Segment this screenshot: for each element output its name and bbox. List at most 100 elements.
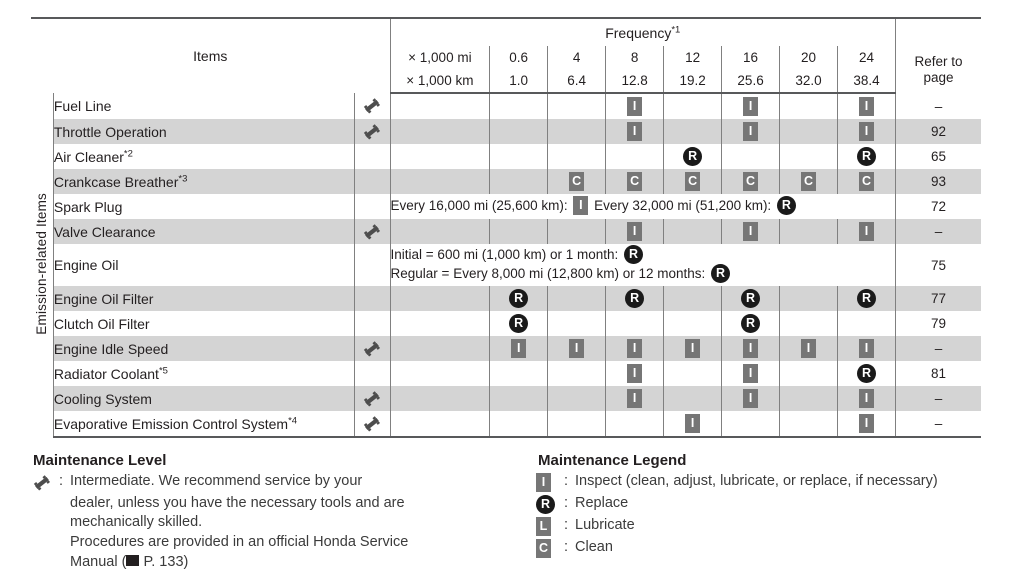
marker-r-icon: R — [857, 289, 876, 308]
marker-i-icon: I — [743, 339, 759, 358]
legend-entry-text: Lubricate — [575, 517, 635, 534]
marker-c-icon: C — [569, 172, 585, 191]
manual-book-icon — [126, 555, 140, 567]
maintenance-level-indicator — [353, 119, 391, 144]
header-freq-mi-5: 20 — [779, 46, 839, 69]
maintenance-level-indicator — [353, 219, 391, 244]
refer-to-page-value: – — [895, 219, 981, 244]
table-row: Spark Plug Every 16,000 mi (25,600 km): I… — [31, 194, 981, 219]
marker-r-icon: R — [624, 245, 644, 264]
maintenance-legend-title: Maintenance Legend — [538, 452, 687, 469]
frequency-cell-3 — [663, 311, 723, 336]
frequency-cell-2: R — [605, 286, 665, 311]
table-row: Engine Oil Filter R R R R 77 — [31, 286, 981, 311]
item-name-text: Spark Plug — [53, 198, 123, 215]
frequency-cell-2 — [605, 144, 665, 169]
frequency-cell-5: C — [779, 169, 839, 194]
maintenance-level-indicator — [353, 336, 391, 361]
frequency-unit-cell — [389, 93, 491, 119]
frequency-cell-1 — [547, 286, 607, 311]
table-row: Throttle Operation I I I 92 — [31, 119, 981, 144]
frequency-cell-6: I — [837, 411, 896, 438]
maintenance-schedule-page: Items Frequency*1 × 1,000 mi 0.6 4 8 12 16 20 24 R… — [0, 0, 1013, 571]
header-freq-mi-1: 4 — [547, 46, 607, 69]
item-name: Evaporative Emission Control System*4 — [52, 411, 355, 438]
marker-i-icon: I — [536, 473, 551, 492]
table-row: Evaporative Emission Control System*4 I I – — [31, 411, 981, 438]
legend-entry: L: Lubricate — [536, 516, 991, 537]
table-row: Engine Idle Speed I I I I I I I – — [31, 336, 981, 361]
marker-i-icon: I — [627, 97, 643, 116]
maintenance-level-indicator — [353, 361, 391, 386]
legend-area: Maintenance Level: Intermediate. We rec… — [31, 452, 991, 571]
maintenance-level-first-line: : Intermediate. We recommend service by … — [31, 472, 536, 494]
marker-i-icon: I — [743, 222, 759, 241]
frequency-cell-3 — [663, 386, 723, 411]
header-freq-km-1: 6.4 — [547, 69, 607, 94]
frequency-cell-6: I — [837, 119, 896, 144]
frequency-cell-3 — [663, 119, 723, 144]
header-freq-km-4: 25.6 — [721, 69, 781, 94]
wrench-icon — [361, 390, 383, 407]
maintenance-level-line-1: Intermediate. We recommend service by yo… — [70, 473, 363, 489]
header-freq-km-3: 19.2 — [663, 69, 723, 94]
frequency-cell-1 — [547, 119, 607, 144]
frequency-cell-5 — [779, 311, 839, 336]
header-frequency: Frequency*1 — [389, 17, 897, 46]
frequency-cell-5 — [779, 361, 839, 386]
header-freq-mi-3: 12 — [663, 46, 723, 69]
frequency-span-text-part: Regular = Every 8,000 mi (12,800 km) or … — [390, 266, 710, 282]
frequency-cell-6: I — [837, 336, 896, 361]
frequency-span-line-0: Initial = 600 mi (1,000 km) or 1 month: … — [391, 245, 895, 265]
item-name-text: Cooling System — [53, 390, 152, 407]
marker-i-icon: I — [627, 364, 643, 383]
refer-to-page-value: 93 — [895, 169, 981, 194]
marker-i-icon: I — [685, 414, 701, 433]
frequency-cell-0 — [489, 169, 549, 194]
frequency-cell-5 — [779, 286, 839, 311]
frequency-cell-1 — [547, 219, 607, 244]
legend-entry: I: Inspect (clean, adjust, lubricate, or … — [536, 472, 991, 493]
marker-c-icon: C — [627, 172, 643, 191]
frequency-cell-2: I — [605, 93, 665, 119]
header-refer-to-page: Refer to page — [895, 46, 981, 93]
refer-to-page-value: – — [895, 411, 981, 438]
frequency-cell-3: C — [663, 169, 723, 194]
frequency-cell-2: I — [605, 119, 665, 144]
frequency-cell-3: I — [663, 411, 723, 438]
marker-i-icon: I — [859, 122, 874, 141]
item-name: Engine Oil Filter — [52, 286, 355, 311]
maintenance-level-line-2: dealer, unless you have the necessary to… — [70, 494, 405, 511]
marker-i-icon: I — [743, 389, 759, 408]
maintenance-level-line-5-text: Manual ( — [70, 553, 127, 570]
item-name-text: Engine Oil Filter — [53, 290, 154, 307]
legend-entry-text: Clean — [575, 539, 613, 556]
frequency-cell-6: C — [837, 169, 896, 194]
header-refer-line-1: Refer to — [914, 53, 963, 69]
refer-to-page-value: 65 — [895, 144, 981, 169]
frequency-cell-2: I — [605, 386, 665, 411]
marker-i-icon: I — [859, 339, 874, 358]
item-name: Throttle Operation — [52, 119, 355, 144]
marker-i-icon: I — [743, 97, 759, 116]
marker-r-icon: R — [857, 364, 876, 383]
header-freq-km-5: 32.0 — [779, 69, 839, 94]
marker-r-icon: R — [776, 196, 796, 215]
frequency-cell-4: I — [721, 119, 781, 144]
legend-entry: R: Replace — [536, 494, 991, 515]
item-name-text: Radiator Coolant — [53, 365, 159, 382]
frequency-cell-2 — [605, 311, 665, 336]
frequency-cell-6: R — [837, 361, 896, 386]
maintenance-level-indicator — [353, 93, 391, 119]
frequency-cell-0 — [489, 386, 549, 411]
legend-marker-r-icon: R — [536, 494, 564, 515]
refer-to-page-value: 72 — [895, 194, 981, 219]
frequency-cell-0 — [489, 361, 549, 386]
marker-i-icon: I — [627, 222, 643, 241]
frequency-cell-5 — [779, 144, 839, 169]
maintenance-level-indicator — [353, 286, 391, 311]
frequency-cell-3 — [663, 286, 723, 311]
frequency-cell-1: I — [547, 336, 607, 361]
maintenance-level-line-3: mechanically skilled. — [70, 514, 203, 531]
frequency-cell-4: R — [721, 311, 781, 336]
